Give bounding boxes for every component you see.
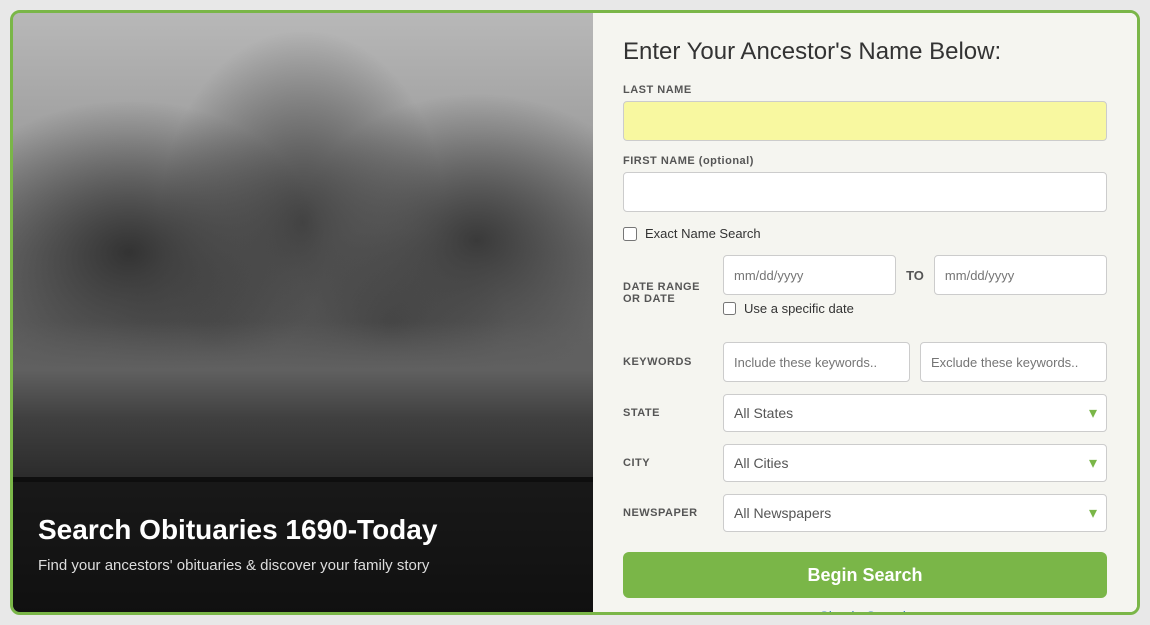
newspaper-select-wrapper: All Newspapers bbox=[723, 494, 1107, 532]
state-row: STATE All States Alabama Alaska Arizona bbox=[623, 394, 1107, 432]
left-panel-subheadline: Find your ancestors' obituaries & discov… bbox=[38, 555, 568, 576]
keywords-content bbox=[723, 342, 1107, 382]
date-to-label: TO bbox=[906, 268, 924, 283]
exact-name-row: Exact Name Search bbox=[623, 226, 1107, 241]
photo-flowers bbox=[13, 322, 593, 482]
keywords-row: KEYWORDS bbox=[623, 342, 1107, 382]
form-title: Enter Your Ancestor's Name Below: bbox=[623, 38, 1107, 66]
right-panel: Enter Your Ancestor's Name Below: LAST N… bbox=[593, 13, 1137, 612]
last-name-group: LAST NAME bbox=[623, 84, 1107, 141]
newspaper-select[interactable]: All Newspapers bbox=[723, 494, 1107, 532]
photo-text-overlay: Search Obituaries 1690-Today Find your a… bbox=[13, 477, 593, 612]
city-select-wrapper: All Cities bbox=[723, 444, 1107, 482]
keywords-fields bbox=[723, 342, 1107, 382]
date-to-input[interactable] bbox=[934, 255, 1107, 295]
keywords-label: KEYWORDS bbox=[623, 356, 713, 368]
use-specific-date-label: Use a specific date bbox=[744, 301, 854, 316]
use-specific-date-checkbox[interactable] bbox=[723, 302, 736, 315]
first-name-input[interactable] bbox=[623, 172, 1107, 212]
newspaper-row: NEWSPAPER All Newspapers bbox=[623, 494, 1107, 532]
left-panel-headline: Search Obituaries 1690-Today bbox=[38, 513, 568, 547]
exact-name-label: Exact Name Search bbox=[645, 226, 761, 241]
city-row: CITY All Cities bbox=[623, 444, 1107, 482]
date-row: TO bbox=[723, 255, 1107, 295]
left-panel: Search Obituaries 1690-Today Find your a… bbox=[13, 13, 593, 612]
date-range-label-text: DATE RANGE OR DATE bbox=[623, 281, 700, 305]
newspaper-label: NEWSPAPER bbox=[623, 507, 713, 519]
first-name-label: FIRST NAME (optional) bbox=[623, 155, 1107, 167]
state-select[interactable]: All States Alabama Alaska Arizona bbox=[723, 394, 1107, 432]
state-label: STATE bbox=[623, 407, 713, 419]
begin-search-button[interactable]: Begin Search bbox=[623, 552, 1107, 598]
city-select[interactable]: All Cities bbox=[723, 444, 1107, 482]
use-specific-date-row: Use a specific date bbox=[723, 301, 1107, 316]
first-name-group: FIRST NAME (optional) bbox=[623, 155, 1107, 212]
last-name-label: LAST NAME bbox=[623, 84, 1107, 96]
state-content: All States Alabama Alaska Arizona bbox=[723, 394, 1107, 432]
date-range-label: DATE RANGE OR DATE bbox=[623, 281, 713, 305]
date-from-input[interactable] bbox=[723, 255, 896, 295]
date-range-row: DATE RANGE OR DATE TO Use a specific dat… bbox=[623, 255, 1107, 330]
city-content: All Cities bbox=[723, 444, 1107, 482]
last-name-input[interactable] bbox=[623, 101, 1107, 141]
main-container: Search Obituaries 1690-Today Find your a… bbox=[10, 10, 1140, 615]
newspaper-content: All Newspapers bbox=[723, 494, 1107, 532]
simple-search-link[interactable]: Simple Search bbox=[623, 608, 1107, 612]
exclude-keywords-input[interactable] bbox=[920, 342, 1107, 382]
exact-name-checkbox[interactable] bbox=[623, 227, 637, 241]
date-range-content: TO Use a specific date bbox=[723, 255, 1107, 330]
state-select-wrapper: All States Alabama Alaska Arizona bbox=[723, 394, 1107, 432]
include-keywords-input[interactable] bbox=[723, 342, 910, 382]
city-label: CITY bbox=[623, 457, 713, 469]
